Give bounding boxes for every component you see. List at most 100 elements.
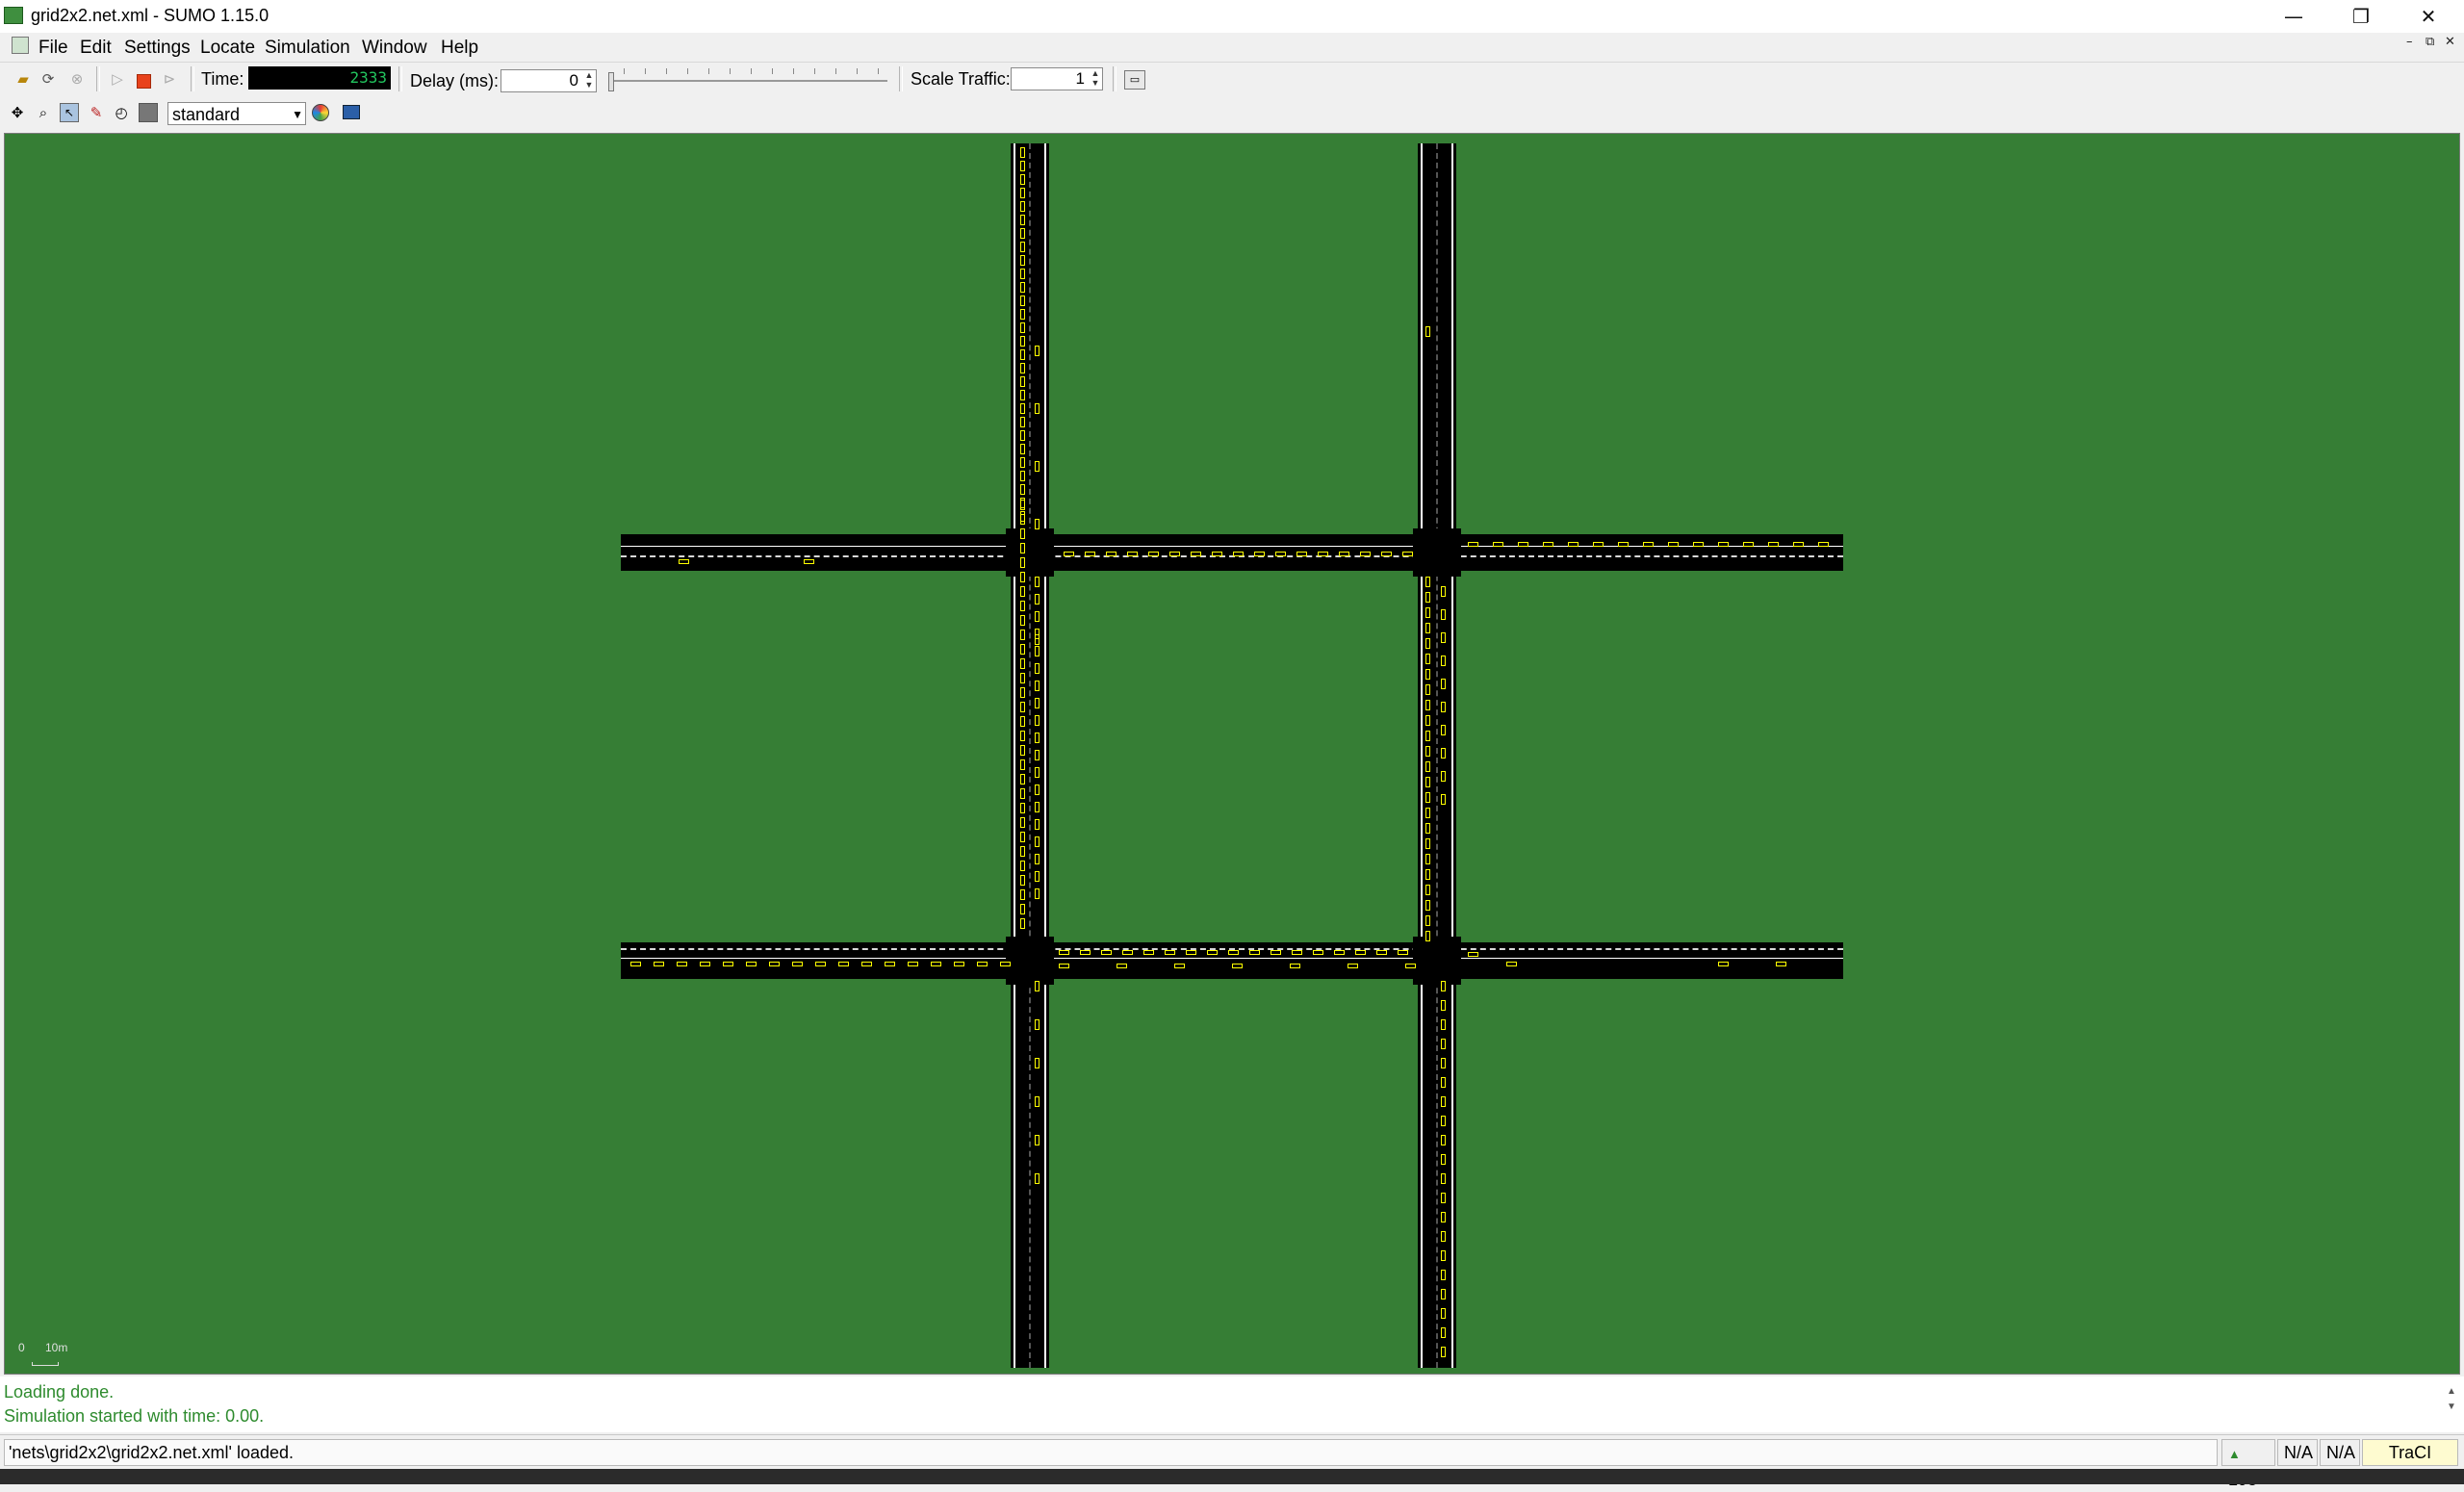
vehicle[interactable] [1233, 552, 1244, 556]
vehicle[interactable] [1405, 964, 1416, 968]
vehicle[interactable] [1020, 255, 1025, 266]
vehicle[interactable] [746, 962, 757, 966]
breakpoint-icon[interactable]: ◴ [112, 103, 131, 122]
open-icon[interactable]: ▰ [13, 69, 33, 89]
vehicle[interactable] [1425, 638, 1430, 649]
vehicle[interactable] [1035, 785, 1040, 795]
vehicle[interactable] [1174, 964, 1185, 968]
child-window-icon[interactable] [12, 37, 29, 54]
vehicle[interactable] [1441, 632, 1446, 643]
vehicle[interactable] [1768, 542, 1779, 547]
vehicle[interactable] [1035, 698, 1040, 708]
vehicle[interactable] [1249, 950, 1260, 955]
vehicle[interactable] [1425, 761, 1430, 772]
vehicle[interactable] [1191, 552, 1201, 556]
vehicle[interactable] [1290, 964, 1300, 968]
vehicle[interactable] [1339, 552, 1349, 556]
vehicle[interactable] [1020, 390, 1025, 400]
vehicle[interactable] [1318, 552, 1328, 556]
vehicle[interactable] [1035, 1019, 1040, 1030]
menu-settings[interactable]: Settings [124, 38, 191, 59]
vehicle[interactable] [1270, 950, 1281, 955]
vehicle[interactable] [792, 962, 803, 966]
vehicle[interactable] [1425, 808, 1430, 818]
vehicle[interactable] [1468, 952, 1478, 957]
vehicle[interactable] [1020, 457, 1025, 468]
vehicle[interactable] [1020, 817, 1025, 828]
vehicle[interactable] [1143, 950, 1154, 955]
vehicle[interactable] [1035, 403, 1040, 414]
vehicle[interactable] [1441, 1270, 1446, 1280]
vehicle[interactable] [1425, 915, 1430, 926]
vehicle[interactable] [1035, 1058, 1040, 1068]
vehicle[interactable] [1035, 1135, 1040, 1145]
vehicle[interactable] [1035, 346, 1040, 356]
vehicle[interactable] [804, 559, 814, 564]
vehicle[interactable] [1020, 716, 1025, 727]
vehicle[interactable] [1441, 1077, 1446, 1088]
vehicle[interactable] [1355, 950, 1366, 955]
recenter-icon[interactable]: ✥ [8, 103, 27, 122]
vehicle[interactable] [1425, 326, 1430, 337]
vehicle[interactable] [1122, 950, 1133, 955]
vehicle[interactable] [1020, 601, 1025, 611]
message-scrollbar[interactable]: ▲ ▼ [2447, 1384, 2456, 1415]
mdi-minimize-button[interactable]: – [2406, 35, 2413, 49]
vehicle[interactable] [1425, 869, 1430, 880]
vehicle[interactable] [1402, 552, 1413, 556]
vehicle[interactable] [1568, 542, 1578, 547]
vehicle[interactable] [1020, 349, 1025, 360]
vehicle[interactable] [1169, 552, 1180, 556]
vehicle[interactable] [1020, 309, 1025, 320]
vehicle[interactable] [1035, 519, 1040, 529]
vehicle[interactable] [1020, 471, 1025, 481]
vehicle[interactable] [1425, 746, 1430, 757]
vehicle[interactable] [1020, 147, 1025, 158]
vehicle[interactable] [1035, 871, 1040, 882]
vehicle[interactable] [1334, 950, 1345, 955]
vehicle[interactable] [1020, 201, 1025, 212]
vehicle[interactable] [1441, 1096, 1446, 1107]
vehicle[interactable] [908, 962, 918, 966]
vehicle[interactable] [1441, 1000, 1446, 1011]
vehicle[interactable] [723, 962, 733, 966]
vehicle[interactable] [1020, 228, 1025, 239]
vehicle[interactable] [1035, 715, 1040, 726]
vehicle[interactable] [1020, 644, 1025, 655]
delay-slider-handle[interactable] [608, 72, 614, 91]
vehicle[interactable] [1506, 962, 1517, 966]
vehicle[interactable] [1425, 669, 1430, 680]
vehicle[interactable] [838, 962, 849, 966]
vehicle[interactable] [1020, 774, 1025, 785]
reload-icon[interactable]: ⟳ [38, 69, 58, 89]
vehicle[interactable] [1020, 417, 1025, 427]
vehicle[interactable] [1020, 586, 1025, 597]
vehicle[interactable] [1020, 376, 1025, 387]
delay-input[interactable]: 0 [500, 69, 597, 92]
vehicle[interactable] [1020, 745, 1025, 756]
vehicle[interactable] [1000, 962, 1011, 966]
vehicle[interactable] [1425, 854, 1430, 864]
vehicle[interactable] [1186, 950, 1196, 955]
vehicle[interactable] [1441, 1212, 1446, 1222]
vehicle[interactable] [1035, 681, 1040, 691]
vehicle[interactable] [1441, 1058, 1446, 1068]
select-icon[interactable]: ↖ [60, 103, 79, 122]
vehicle[interactable] [1080, 950, 1091, 955]
vehicle[interactable] [815, 962, 826, 966]
vehicle[interactable] [1425, 823, 1430, 834]
vehicle[interactable] [1020, 615, 1025, 626]
vehicle[interactable] [1468, 542, 1478, 547]
vehicle[interactable] [1425, 838, 1430, 849]
step-icon[interactable]: ⊳ [160, 69, 179, 89]
vehicle[interactable] [1718, 962, 1729, 966]
vehicle[interactable] [1020, 904, 1025, 914]
vehicle[interactable] [1441, 1135, 1446, 1145]
vehicle[interactable] [1148, 552, 1159, 556]
vehicle[interactable] [1020, 673, 1025, 683]
vehicle[interactable] [1376, 950, 1387, 955]
vehicle[interactable] [861, 962, 872, 966]
vehicle[interactable] [677, 962, 687, 966]
vehicle[interactable] [1020, 658, 1025, 669]
vehicle[interactable] [1425, 715, 1430, 726]
